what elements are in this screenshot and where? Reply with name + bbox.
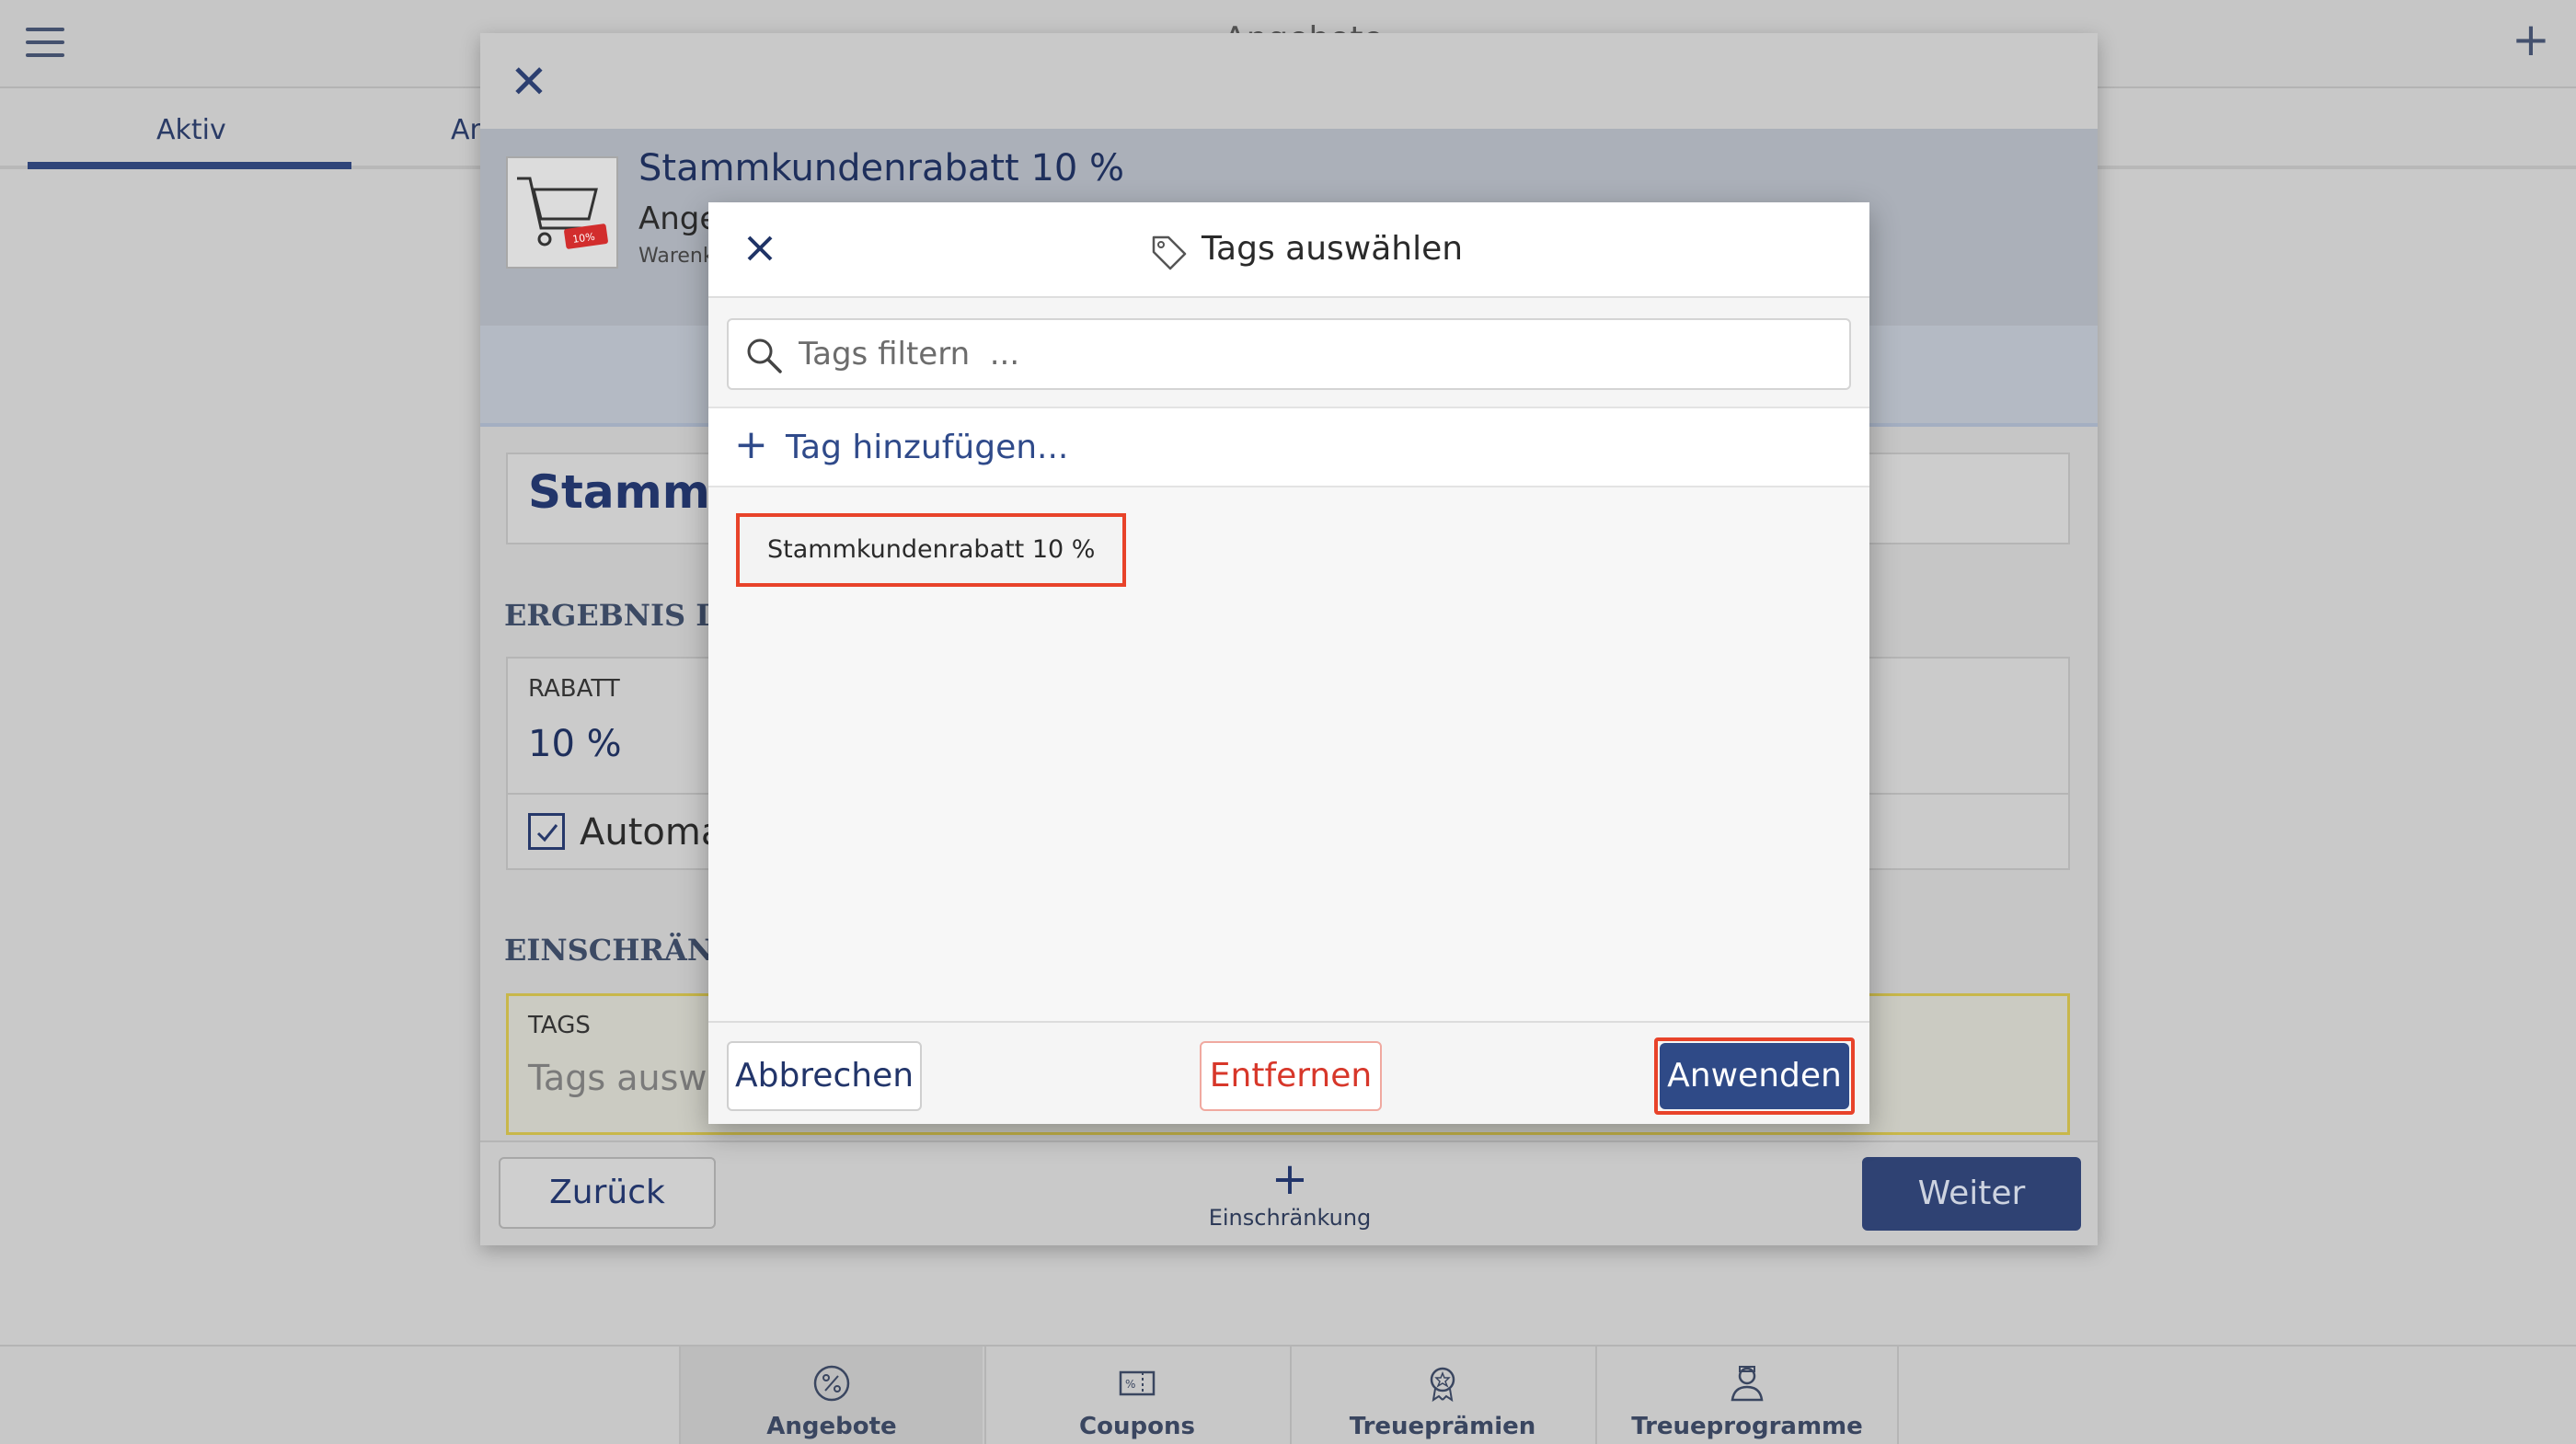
tags-select-modal: Tags auswählen + Tag hinzufügen... Stamm…: [708, 202, 1869, 1124]
nav-treueprogramme[interactable]: Treueprogramme: [1595, 1347, 1899, 1444]
nav-label: Angebote: [766, 1413, 897, 1440]
tag-icon: [1152, 235, 1187, 270]
rabatt-value[interactable]: 10 %: [528, 723, 622, 765]
next-button[interactable]: Weiter: [1862, 1157, 2081, 1231]
add-restriction-label: Einschränkung: [1208, 1205, 1372, 1231]
modal-footer: Abbrechen Entfernen Anwenden: [708, 1021, 1869, 1124]
wizard-topbar: ✕: [480, 33, 2098, 129]
modal-title: Tags auswählen: [1202, 230, 1464, 268]
coupon-icon: %: [1119, 1370, 1156, 1396]
add-restriction-button[interactable]: + Einschränkung: [1198, 1157, 1382, 1231]
bottom-navigation: Angebote % Coupons Treueprämien Treuepro…: [0, 1345, 2576, 1444]
offer-subtitle: Ange: [638, 201, 719, 237]
back-button[interactable]: Zurück: [499, 1157, 716, 1229]
plus-icon: +: [1271, 1153, 1309, 1205]
active-tab-indicator: [28, 162, 351, 169]
percent-badge-icon: [813, 1365, 850, 1402]
menu-icon[interactable]: [26, 28, 64, 59]
nav-angebote[interactable]: Angebote: [679, 1347, 983, 1444]
rabatt-label: RABATT: [528, 675, 620, 703]
add-icon[interactable]: +: [2512, 17, 2550, 63]
add-tag-row[interactable]: + Tag hinzufügen...: [708, 407, 1869, 487]
reward-icon: [1430, 1367, 1455, 1403]
nav-treuepraemien[interactable]: Treueprämien: [1290, 1347, 1593, 1444]
nav-label: Treueprogramme: [1631, 1413, 1863, 1440]
shopping-cart-icon: 10%: [506, 156, 618, 269]
tags-placeholder: Tags auswä: [528, 1058, 729, 1098]
modal-header: Tags auswählen: [708, 202, 1869, 298]
nav-label: Treueprämien: [1349, 1413, 1536, 1440]
search-icon: [747, 338, 782, 373]
cancel-button[interactable]: Abbrechen: [727, 1041, 922, 1111]
auto-checkbox[interactable]: [528, 813, 565, 850]
add-tag-label: Tag hinzufügen...: [786, 429, 1069, 466]
nav-label: Coupons: [1079, 1413, 1195, 1440]
tag-list: Stammkundenrabatt 10 %: [708, 487, 1869, 1021]
tag-filter-input[interactable]: [799, 331, 1829, 377]
loyalty-person-icon: [1731, 1366, 1764, 1402]
plus-icon: +: [734, 421, 768, 468]
nav-coupons[interactable]: % Coupons: [984, 1347, 1288, 1444]
tags-label: TAGS: [528, 1012, 591, 1039]
tag-chip[interactable]: Stammkundenrabatt 10 %: [736, 513, 1127, 587]
close-icon[interactable]: [738, 226, 782, 270]
remove-button[interactable]: Entfernen: [1200, 1041, 1382, 1111]
checkmark-icon: [536, 824, 558, 842]
close-icon[interactable]: ✕: [510, 59, 548, 105]
offer-title: Stammkundenrabatt 10 %: [638, 147, 1125, 189]
apply-button[interactable]: Anwenden: [1660, 1043, 1849, 1109]
tag-search-box: [727, 318, 1851, 390]
svg-text:%: %: [1125, 1378, 1135, 1391]
tab-aktiv[interactable]: Aktiv: [156, 114, 226, 146]
offer-category: Warenk: [638, 245, 715, 268]
